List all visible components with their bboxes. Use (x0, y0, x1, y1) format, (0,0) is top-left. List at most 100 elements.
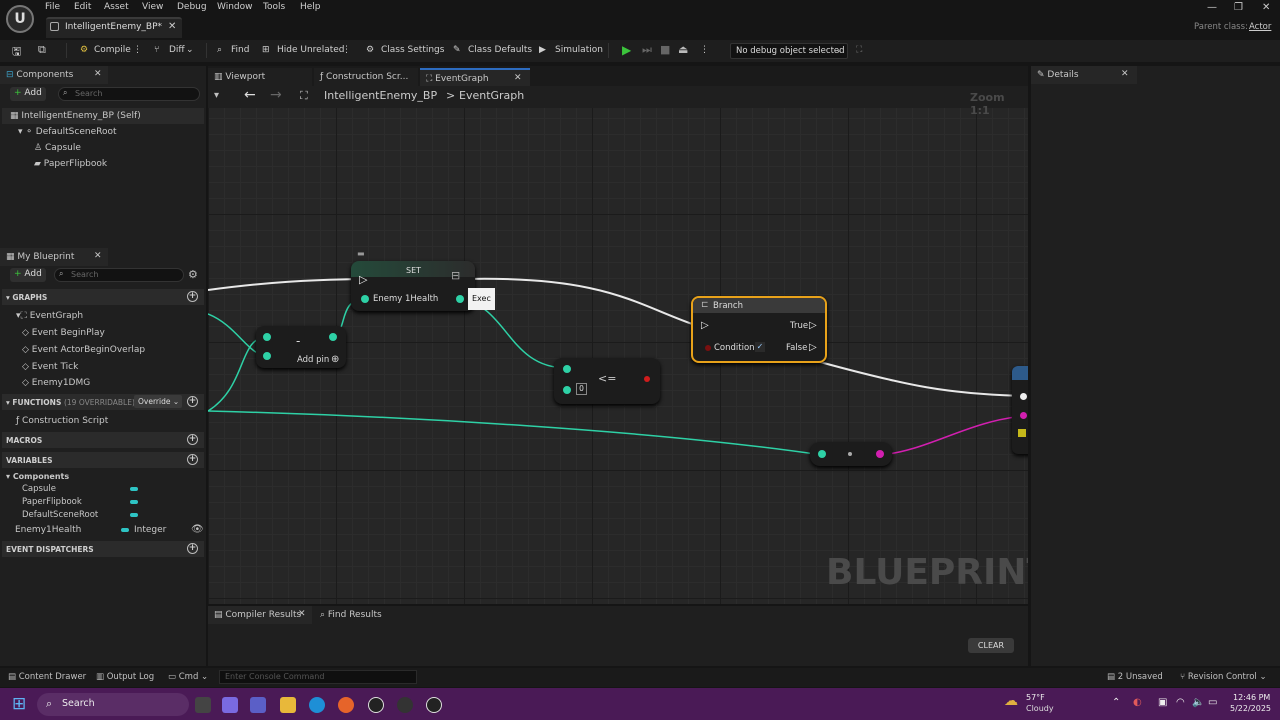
play-options-icon[interactable]: ⋮ (700, 45, 709, 55)
int-in-pin-icon[interactable] (818, 450, 826, 458)
simulation-button[interactable]: Simulation (555, 45, 603, 55)
volume-icon[interactable]: 🔈 (1192, 697, 1204, 708)
pin-icon[interactable] (1018, 429, 1026, 437)
eject-icon[interactable]: ⏏ (678, 43, 688, 56)
revision-control-button[interactable]: ⑂ Revision Control ⌄ (1180, 672, 1267, 682)
true-exec-pin-icon[interactable]: ▷ (809, 320, 817, 331)
offscreen-node[interactable] (1012, 366, 1028, 454)
step-icon[interactable]: ⏭ (642, 43, 652, 57)
macros-section[interactable]: MACROS + (2, 432, 204, 448)
hide-unrelated-button[interactable]: Hide Unrelated (277, 45, 345, 55)
components-tab[interactable]: ⊟ Components ✕ (0, 66, 108, 84)
compile-options-icon[interactable]: ⋮ (133, 45, 142, 55)
cmd-dropdown[interactable]: ▭ Cmd ⌄ (168, 672, 208, 682)
var-item-paperflipbook[interactable]: PaperFlipbook (22, 497, 82, 507)
edge-icon[interactable] (309, 697, 325, 713)
class-settings-button[interactable]: Class Settings (381, 45, 444, 55)
tab-find-results[interactable]: ⌕ Find Results (314, 606, 394, 624)
close-icon[interactable]: ✕ (168, 21, 176, 32)
class-defaults-button[interactable]: Class Defaults (468, 45, 532, 55)
components-search-input[interactable]: ⌕ Search (58, 87, 200, 101)
menu-file[interactable]: File (45, 2, 60, 12)
exec-in-pin-icon[interactable]: ▷ (701, 320, 709, 331)
var-group-components[interactable]: ▾ Components (6, 472, 69, 481)
debug-object-select[interactable]: No debug object selected ⌄ (730, 43, 848, 59)
var-type[interactable]: Integer (134, 525, 166, 535)
my-blueprint-tab[interactable]: ▦ My Blueprint ✕ (0, 248, 108, 266)
chevron-down-icon[interactable]: ⌄ (186, 45, 194, 55)
add-graph-icon[interactable]: + (187, 291, 198, 302)
graph-item-enemy1dmg[interactable]: ◇ Enemy1DMG (22, 378, 90, 388)
clear-button[interactable]: CLEAR (968, 638, 1014, 653)
string-in-pin-icon[interactable] (1020, 412, 1027, 419)
event-graph-canvas[interactable]: ▾ ← → ⛶ IntelligentEnemy_BP > EventGraph… (208, 86, 1028, 604)
graph-item-tick[interactable]: ◇ Event Tick (22, 362, 78, 372)
tab-compiler-results[interactable]: ▤ Compiler Results ✕ (208, 606, 312, 624)
teams-icon[interactable] (250, 697, 266, 713)
tab-construction-script[interactable]: ƒ Construction Scr... (314, 68, 418, 86)
menu-asset[interactable]: Asset (104, 2, 129, 12)
tree-item-self[interactable]: ▦ IntelligentEnemy_BP (Self) (10, 111, 141, 121)
taskbar-search-box[interactable]: ⌕ Search (37, 693, 189, 716)
menu-window[interactable]: Window (217, 2, 253, 12)
var-item-capsule[interactable]: Capsule (22, 484, 56, 494)
graphs-section[interactable]: ▾ GRAPHS + (2, 289, 204, 305)
var-item-enemy1health[interactable]: Enemy1Health (15, 525, 81, 535)
more-options-icon[interactable]: ⋮ (342, 45, 351, 55)
graph-item-beginplay[interactable]: ◇ Event BeginPlay (22, 328, 105, 338)
input-pin-icon[interactable] (263, 352, 271, 360)
compile-button[interactable]: Compile (94, 45, 131, 55)
firefox-icon[interactable] (338, 697, 354, 713)
int-in-pin-icon[interactable] (361, 295, 369, 303)
tree-item-paperflipbook[interactable]: ▰ PaperFlipbook (34, 159, 107, 169)
menu-tools[interactable]: Tools (263, 2, 285, 12)
task-view-icon[interactable] (195, 697, 211, 713)
parent-class-link[interactable]: Actor (1249, 22, 1271, 32)
less-equal-node[interactable]: 0 <= (554, 358, 660, 404)
close-icon[interactable]: ✕ (298, 609, 306, 619)
exec-in-pin-icon[interactable]: ▷ (359, 273, 367, 286)
add-function-icon[interactable]: + (187, 396, 198, 407)
condition-pin-icon[interactable] (705, 345, 711, 351)
close-icon[interactable]: ✕ (94, 69, 102, 79)
event-dispatchers-section[interactable]: EVENT DISPATCHERS + (2, 541, 204, 557)
subtract-node[interactable]: - Add pin ⊕ (256, 326, 346, 368)
close-icon[interactable]: ✕ (1121, 69, 1129, 79)
tab-viewport[interactable]: ▥ Viewport (208, 68, 312, 86)
unsaved-button[interactable]: ▤ 2 Unsaved (1107, 672, 1163, 682)
find-button[interactable]: Find (231, 45, 249, 55)
debug-filter-icon[interactable]: ⛶ (856, 45, 862, 55)
menu-help[interactable]: Help (300, 2, 321, 12)
restore-icon[interactable]: ❐ (1234, 2, 1243, 13)
unreal-taskbar-icon[interactable] (368, 697, 384, 713)
tree-item-default-scene-root[interactable]: ▾ ⚬ DefaultSceneRoot (18, 127, 117, 137)
exec-out-pin-icon[interactable]: ⊟ (451, 269, 460, 282)
tray-icon[interactable]: ▣ (1158, 697, 1167, 708)
graph-item-actorbeginoverlap[interactable]: ◇ Event ActorBeginOverlap (22, 345, 145, 355)
console-input[interactable]: Enter Console Command (219, 670, 417, 684)
int-out-pin-icon[interactable] (456, 295, 464, 303)
content-drawer-button[interactable]: ▤ Content Drawer (8, 672, 86, 682)
file-explorer-icon[interactable] (280, 697, 296, 713)
output-pin-icon[interactable] (329, 333, 337, 341)
save-icon[interactable]: 🖫 (12, 43, 21, 62)
gear-icon[interactable]: ⚙ (188, 268, 198, 281)
input-pin-icon[interactable] (563, 386, 571, 394)
eye-icon[interactable]: 👁 (191, 524, 204, 535)
exec-in-pin-icon[interactable] (1020, 393, 1027, 400)
tab-eventgraph[interactable]: ⛶ EventGraph ✕ (420, 68, 530, 86)
bool-out-pin-icon[interactable] (644, 376, 650, 382)
unreal-taskbar-icon-2[interactable] (426, 697, 442, 713)
function-item-construction-script[interactable]: ƒ Construction Script (16, 416, 108, 426)
variables-section[interactable]: VARIABLES + (2, 452, 204, 468)
add-dispatcher-icon[interactable]: + (187, 543, 198, 554)
close-icon[interactable]: ✕ (514, 73, 522, 83)
details-tab[interactable]: ✎ Details ✕ (1031, 66, 1137, 84)
input-pin-icon[interactable] (563, 365, 571, 373)
override-dropdown[interactable]: Override ⌄ (134, 395, 182, 408)
windows-start-icon[interactable]: ⊞ (12, 694, 26, 714)
window-close-icon[interactable]: ✕ (1262, 2, 1270, 13)
tree-item-capsule[interactable]: ♙ Capsule (34, 143, 81, 153)
minimize-icon[interactable]: — (1207, 2, 1217, 13)
functions-section[interactable]: ▾ FUNCTIONS (19 OVERRIDABLE) Override ⌄ … (2, 394, 204, 410)
